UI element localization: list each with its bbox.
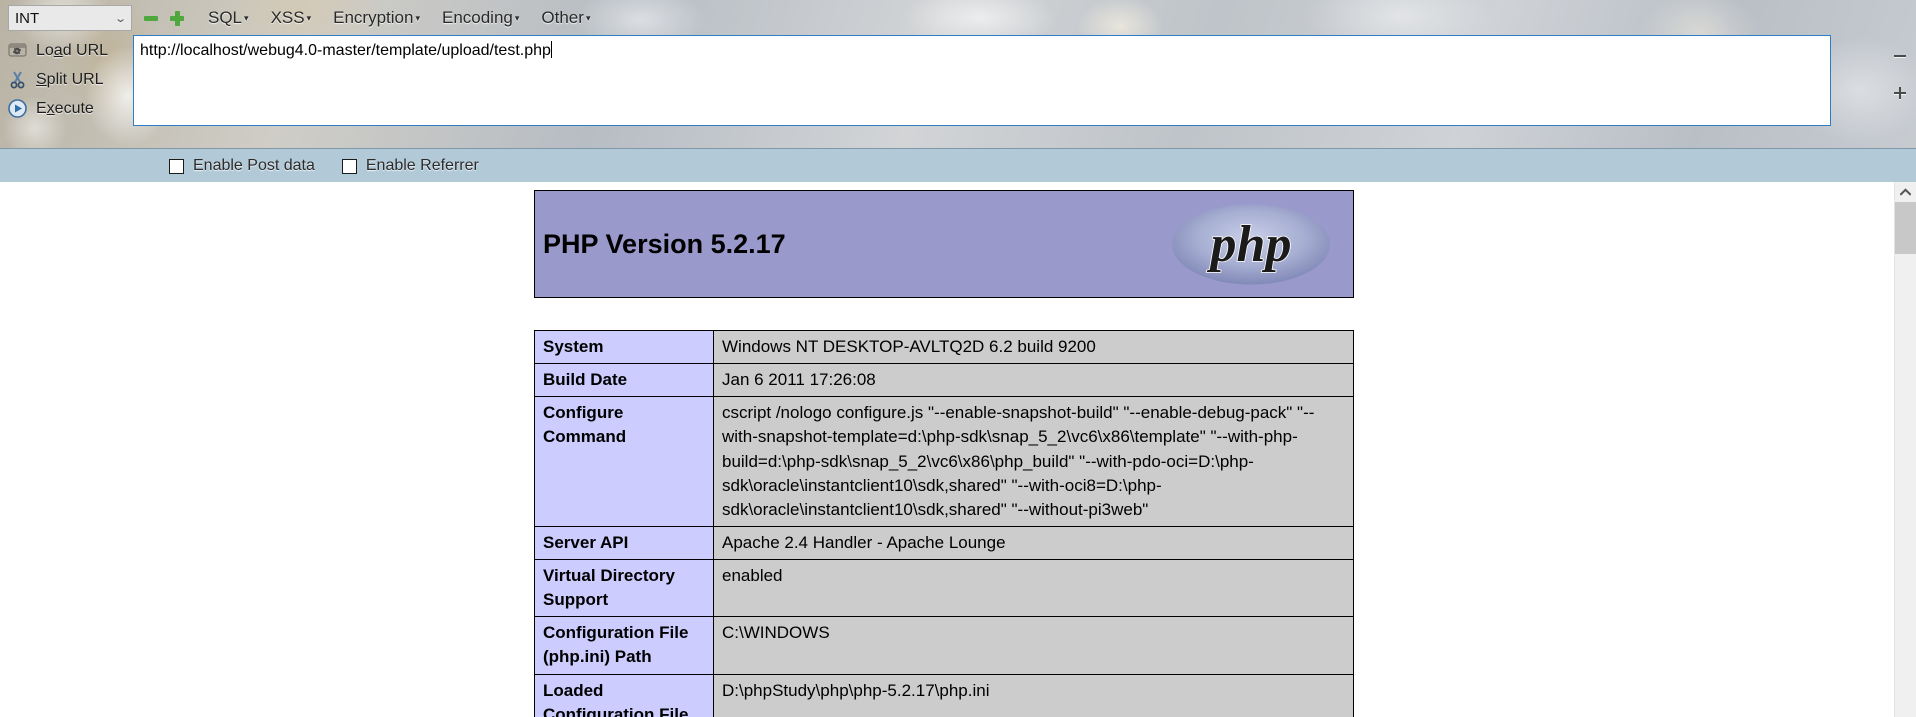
row-key: System	[534, 329, 714, 365]
caret-down-icon: ▾	[306, 13, 312, 23]
execute-button[interactable]: Execute	[0, 94, 126, 123]
caret-down-icon: ▾	[415, 13, 420, 23]
menu-sql[interactable]: SQL ▾	[208, 8, 249, 28]
row-value: cscript /nologo configure.js "--enable-s…	[713, 396, 1354, 527]
svg-text:php: php	[1207, 216, 1292, 273]
table-row: Configure Command cscript /nologo config…	[534, 396, 1354, 527]
hackbar-toolbar: INT ⌄ SQL ▾ XSS ▾ Encryption ▾ Encoding ▾	[0, 0, 1916, 184]
remove-tab-button[interactable]	[142, 9, 160, 27]
table-row: Configuration File (php.ini) Path C:\WIN…	[534, 616, 1354, 675]
table-row: Loaded Configuration File D:\phpStudy\ph…	[534, 673, 1354, 717]
type-selector-value: INT	[15, 9, 40, 27]
row-value: enabled	[713, 558, 1354, 618]
browser-page: INT ⌄ SQL ▾ XSS ▾ Encryption ▾ Encoding ▾	[0, 0, 1916, 717]
hackbar-options-strip: Enable Post data Enable Referrer	[0, 148, 1916, 184]
load-url-label: Load URL	[36, 41, 109, 59]
scissors-icon	[4, 70, 30, 89]
panel-shrink-button[interactable]	[1892, 48, 1908, 64]
row-value: Windows NT DESKTOP-AVLTQ2D 6.2 build 920…	[713, 329, 1354, 365]
row-value: D:\phpStudy\php\php-5.2.17\php.ini	[713, 673, 1354, 717]
menu-xss-label: XSS	[270, 8, 305, 27]
menu-encryption-label: Encryption	[333, 8, 414, 27]
caret-down-icon: ▾	[514, 13, 520, 23]
menu-other[interactable]: Other ▾	[541, 8, 590, 28]
row-value: C:\WINDOWS	[713, 616, 1354, 675]
caret-down-icon: ▾	[585, 13, 591, 23]
phpinfo-report: PHP Version 5.2.17 php System Windows NT…	[534, 190, 1354, 717]
menu-encoding[interactable]: Encoding ▾	[442, 8, 519, 28]
caret-down-icon: ▾	[244, 13, 249, 23]
load-url-icon	[4, 42, 30, 59]
hackbar-menus: SQL ▾ XSS ▾ Encryption ▾ Encoding ▾ Other ▾	[208, 8, 590, 28]
enable-post-data-label: Enable Post data	[193, 157, 315, 174]
phpinfo-table: System Windows NT DESKTOP-AVLTQ2D 6.2 bu…	[534, 329, 1354, 717]
phpinfo-table-body: System Windows NT DESKTOP-AVLTQ2D 6.2 bu…	[534, 329, 1354, 717]
row-key: Virtual Directory Support	[534, 558, 714, 618]
chevron-down-icon: ⌄	[113, 12, 127, 25]
row-key: Configure Command	[534, 396, 714, 527]
enable-post-data-checkbox[interactable]: Enable Post data	[169, 157, 315, 175]
enable-referrer-checkbox[interactable]: Enable Referrer	[341, 157, 479, 175]
add-tab-button[interactable]	[168, 9, 186, 27]
php-version-title: PHP Version 5.2.17	[543, 228, 786, 259]
enable-referrer-label: Enable Referrer	[365, 157, 479, 174]
hackbar-menu-row: INT ⌄ SQL ▾ XSS ▾ Encryption ▾ Encoding ▾	[0, 0, 1916, 36]
row-key: Build Date	[534, 363, 714, 398]
menu-xss[interactable]: XSS ▾	[271, 8, 312, 28]
split-url-label: Split URL	[36, 70, 104, 88]
menu-sql-label: SQL	[208, 8, 243, 27]
table-row: Server API Apache 2.4 Handler - Apache L…	[534, 525, 1354, 561]
table-row: Virtual Directory Support enabled	[534, 558, 1354, 618]
execute-label: Execute	[36, 99, 94, 117]
type-selector-dropdown[interactable]: INT ⌄	[8, 5, 132, 31]
text-caret	[550, 41, 552, 58]
row-key: Configuration File (php.ini) Path	[534, 616, 714, 675]
url-input-value: http://localhost/webug4.0-master/templat…	[140, 42, 551, 59]
row-key: Loaded Configuration File	[534, 673, 714, 717]
url-input[interactable]: http://localhost/webug4.0-master/templat…	[133, 35, 1831, 126]
page-content: PHP Version 5.2.17 php System Windows NT…	[0, 182, 1916, 717]
menu-other-label: Other	[541, 8, 584, 27]
checkbox-box[interactable]	[341, 158, 357, 174]
menu-encoding-label: Encoding	[441, 8, 513, 27]
execute-play-icon	[4, 99, 30, 118]
split-url-button[interactable]: Split URL	[0, 65, 126, 94]
vertical-scrollbar[interactable]	[1894, 182, 1916, 717]
phpinfo-header: PHP Version 5.2.17 php	[534, 190, 1354, 298]
chevron-up-icon	[1900, 188, 1911, 196]
load-url-button[interactable]: Load URL	[0, 36, 126, 65]
row-key: Server API	[534, 525, 714, 561]
scroll-up-button[interactable]	[1895, 182, 1916, 202]
menu-encryption[interactable]: Encryption ▾	[333, 8, 420, 28]
table-row: System Windows NT DESKTOP-AVLTQ2D 6.2 bu…	[534, 329, 1354, 365]
panel-grow-button[interactable]	[1892, 85, 1908, 101]
table-row: Build Date Jan 6 2011 17:26:08	[534, 363, 1354, 398]
hackbar-actions: Load URL Split URL Execute	[0, 36, 126, 123]
row-value: Jan 6 2011 17:26:08	[713, 363, 1354, 398]
php-logo-icon: php	[1171, 203, 1331, 286]
row-value: Apache 2.4 Handler - Apache Lounge	[713, 525, 1354, 561]
scrollbar-thumb[interactable]	[1895, 202, 1916, 254]
checkbox-box[interactable]	[169, 158, 184, 174]
